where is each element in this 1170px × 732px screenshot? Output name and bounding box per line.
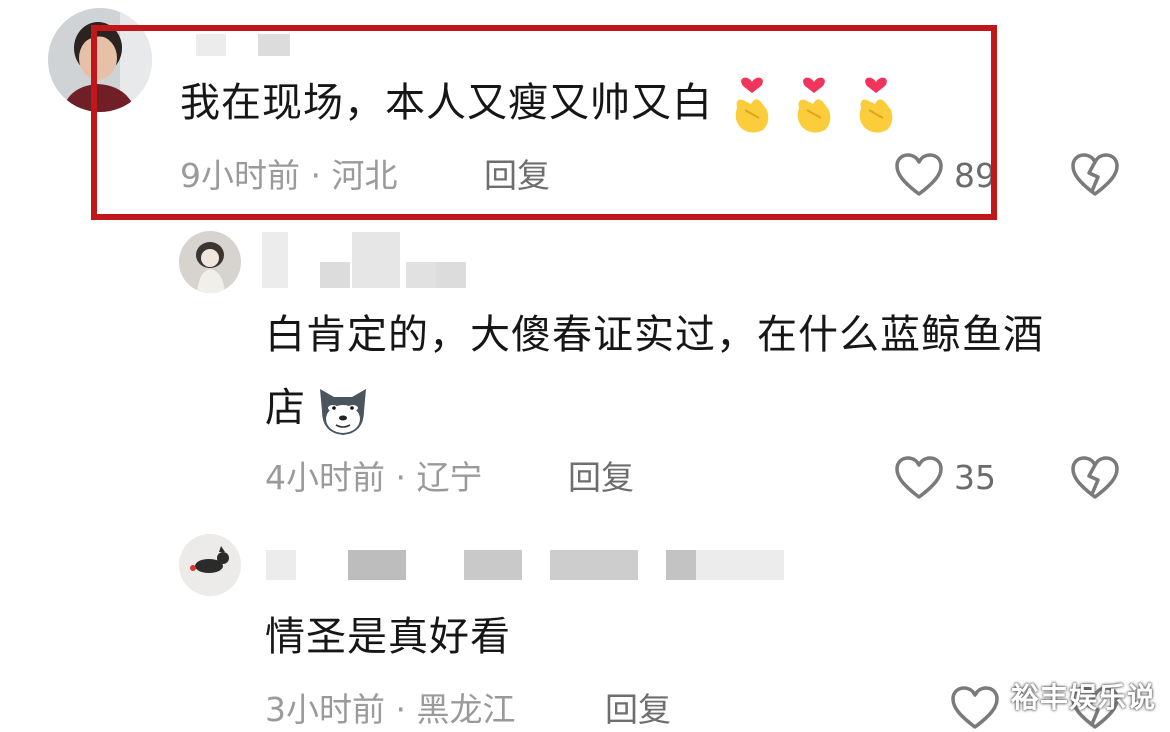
comment-time-location: 4小时前 · 辽宁: [265, 458, 483, 497]
reply-button[interactable]: 回复: [605, 690, 671, 730]
highlight-frame: [91, 25, 997, 220]
comment-text: 情圣是真好看: [265, 614, 511, 660]
comment-text: 白肯定的，大傻春证实过，在什么蓝鲸鱼酒: [265, 312, 1044, 358]
dislike-broken-heart-icon[interactable]: [1071, 456, 1119, 500]
like-heart-icon[interactable]: [895, 456, 943, 500]
like-heart-icon[interactable]: [951, 686, 999, 730]
username-blurred: [262, 232, 472, 290]
avatar[interactable]: [179, 534, 241, 596]
reply-button[interactable]: 回复: [568, 458, 634, 498]
avatar[interactable]: [179, 231, 241, 293]
watermark-text: 裕丰娱乐说: [1010, 681, 1156, 714]
comment-time-location: 3小时前 · 黑龙江: [265, 690, 516, 729]
comment-list: 我在现场，本人又瘦又帅又白 9小时前 · 河北 回复 89 白肯定的，大傻春证实…: [0, 0, 1170, 732]
wolf-face-icon: [314, 381, 372, 439]
comment-text-continued: 店: [265, 368, 372, 448]
username-blurred: [262, 550, 792, 580]
like-count: 35: [954, 458, 996, 497]
dislike-broken-heart-icon[interactable]: [1071, 153, 1119, 197]
